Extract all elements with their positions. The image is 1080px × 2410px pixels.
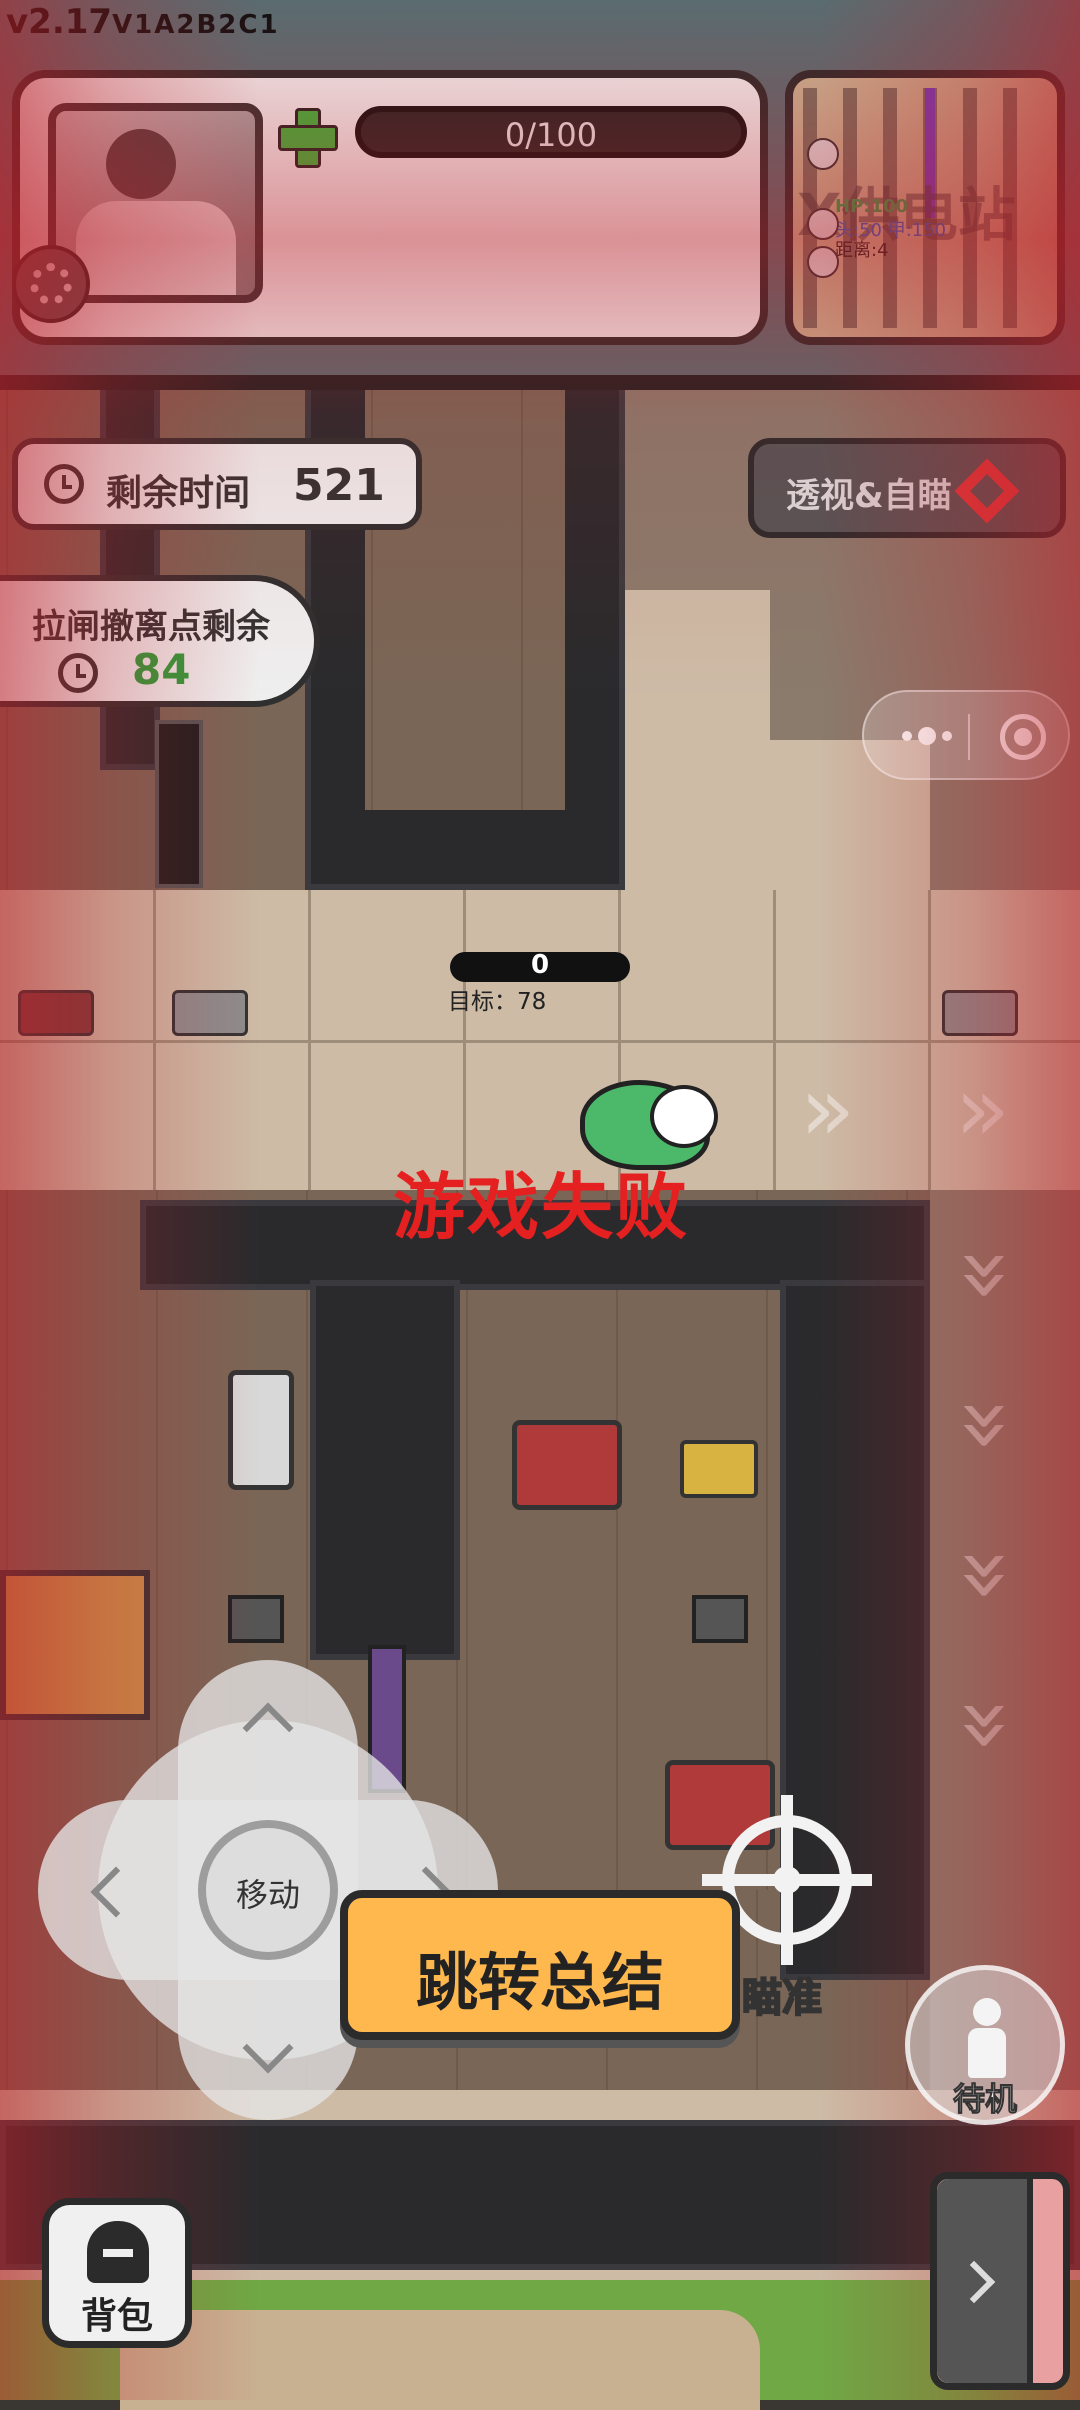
enemy-marker-icon xyxy=(807,138,839,170)
health-text: 0/100 xyxy=(504,116,598,154)
xray-aimbot-button[interactable]: 透视&自瞄 xyxy=(748,438,1066,538)
backpack-icon xyxy=(87,2221,149,2283)
arrow-diamond-icon xyxy=(954,458,1020,524)
remaining-time-pill: 剩余时间 521 xyxy=(12,438,422,530)
box-icon xyxy=(692,1595,748,1643)
backpack-button[interactable]: 背包 xyxy=(42,2198,192,2348)
player-panel: 0/100 xyxy=(12,70,768,345)
evac-countdown-pill: 拉闸撤离点剩余 84 xyxy=(0,575,320,707)
remaining-time-value: 521 xyxy=(293,460,385,511)
chest-icon xyxy=(942,990,1018,1036)
score-value: 0 xyxy=(530,950,550,980)
target-goal-label: 目标：78 xyxy=(448,989,547,1015)
game-over-text: 游戏失败 xyxy=(393,1165,690,1249)
more-menu-icon[interactable] xyxy=(892,716,962,756)
minimap-hp-text: HP:100 xyxy=(835,196,909,217)
supply-crate-icon xyxy=(512,1420,622,1510)
close-target-icon[interactable] xyxy=(1000,714,1046,760)
health-bar: 0/100 xyxy=(355,106,747,158)
evac-label: 拉闸撤离点剩余 xyxy=(32,607,270,647)
idle-button[interactable]: 待机 xyxy=(905,1965,1065,2125)
xray-aimbot-label: 透视&自瞄 xyxy=(786,476,952,516)
version-label: v2.17V1A2B2C1 xyxy=(6,2,280,42)
person-standing-icon xyxy=(973,1998,1001,2026)
enemy-marker-icon xyxy=(807,246,839,278)
gold-chest-icon xyxy=(680,1440,758,1498)
arrow-down-icon: » xyxy=(935,1247,1041,1303)
player-head xyxy=(650,1085,718,1148)
evac-value: 84 xyxy=(132,645,191,694)
arrow-down-icon: » xyxy=(935,1697,1041,1753)
minimap[interactable]: X供电站 HP:100 头:50 甲:150 距离:4 xyxy=(785,70,1065,345)
arrow-down-icon: » xyxy=(935,1397,1041,1453)
remaining-time-label: 剩余时间 xyxy=(106,473,251,514)
go-to-summary-button[interactable]: 跳转总结 xyxy=(340,1890,740,2040)
joystick-knob[interactable]: 移动 xyxy=(198,1820,338,1960)
safe-icon xyxy=(228,1370,294,1490)
enemy-marker-icon xyxy=(807,208,839,240)
side-drawer-toggle[interactable] xyxy=(930,2172,1070,2390)
arrow-right-icon: » xyxy=(955,1057,1011,1162)
go-to-summary-label: 跳转总结 xyxy=(415,1946,664,2019)
miniprogram-capsule[interactable] xyxy=(862,690,1070,780)
arrow-right-icon: » xyxy=(800,1057,856,1162)
settings-gear-icon[interactable] xyxy=(12,245,90,323)
move-label: 移动 xyxy=(235,1876,300,1914)
score-bar: 0 xyxy=(450,950,630,982)
aim-label: 瞄准 xyxy=(741,1974,823,2022)
idle-label: 待机 xyxy=(952,2080,1017,2119)
chest-icon xyxy=(172,990,248,1036)
chest-icon xyxy=(18,990,94,1036)
add-health-icon[interactable] xyxy=(278,108,338,168)
backpack-label: 背包 xyxy=(80,2296,153,2337)
clock-icon xyxy=(58,653,98,693)
arrow-down-icon: » xyxy=(935,1547,1041,1603)
minimap-distance-text: 距离:4 xyxy=(835,240,889,261)
clock-icon xyxy=(44,464,84,504)
box-icon xyxy=(228,1595,284,1643)
